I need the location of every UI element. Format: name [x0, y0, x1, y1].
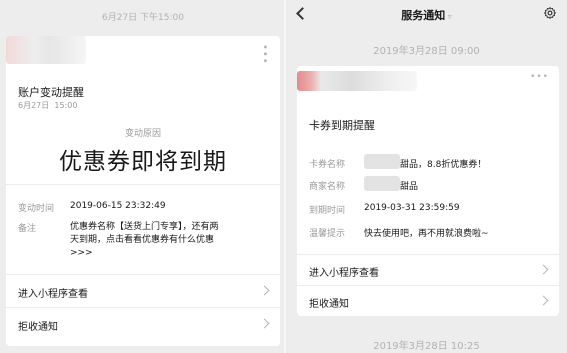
more-dots-icon[interactable]: •••	[259, 44, 270, 65]
sender-avatar-blurred	[297, 71, 417, 91]
note-label: 备注	[18, 224, 37, 234]
page-title: 服务通知 ▿	[401, 9, 452, 22]
chevron-right-icon	[538, 264, 549, 275]
card-title: 卡券到期提醒	[309, 119, 375, 132]
redacted-value	[364, 176, 400, 191]
reason-headline: 优惠券即将到期	[59, 149, 227, 175]
card-title: 账户变动提醒	[18, 86, 84, 99]
message-timestamp: 6月27日 下午15:00	[102, 13, 184, 23]
detail-label-coupon-name: 卡券名称	[309, 160, 346, 170]
detail-label-expiry: 到期时间	[309, 206, 346, 216]
enter-mini-program-row[interactable]: 进入小程序查看	[297, 255, 559, 285]
reject-notification-row[interactable]: 拒收通知	[297, 286, 559, 316]
top-navigation-bar: 服务通知 ▿	[286, 0, 567, 30]
redacted-value	[364, 154, 400, 169]
note-value: 优惠券名称【送货上门专享】，还有两 天到期，点击看看优惠券有什么优惠 >>>	[70, 221, 219, 260]
change-time-value: 2019-06-15 23:32:49	[70, 201, 166, 211]
enter-mini-program-label: 进入小程序查看	[309, 268, 379, 279]
notification-card-account-change[interactable]: ••• 账户变动提醒 6月27日 15:00 变动原因 优惠券即将到期 变动时间…	[6, 36, 280, 346]
note-line-2: 天到期，点击看看优惠券有什么优惠	[70, 235, 215, 245]
note-line-3: >>>	[70, 248, 93, 258]
reject-notification-label: 拒收通知	[309, 299, 349, 310]
right-service-notifications-panel: 服务通知 ▿ 2019年3月28日 09:00 ••• 卡券到期提醒 卡券名称 …	[286, 0, 567, 353]
enter-mini-program-label: 进入小程序查看	[18, 289, 88, 300]
reject-notification-label: 拒收通知	[18, 322, 58, 333]
detail-value-expiry: 2019-03-31 23:59:59	[364, 203, 460, 213]
left-chat-panel: 6月27日 下午15:00 ••• 账户变动提醒 6月27日 15:00 变动原…	[0, 0, 286, 353]
detail-value-tip: 快去使用吧，再不用就浪费啦~	[364, 229, 489, 239]
enter-mini-program-row[interactable]: 进入小程序查看	[6, 275, 280, 307]
change-time-label: 变动时间	[18, 204, 55, 214]
reason-label: 变动原因	[124, 129, 161, 139]
chevron-right-icon	[538, 295, 549, 306]
chevron-right-icon	[259, 285, 270, 296]
chevron-right-icon	[259, 318, 270, 329]
sender-avatar-blurred	[6, 36, 86, 64]
reject-notification-row[interactable]: 拒收通知	[6, 308, 280, 340]
card-date: 6月27日 15:00	[18, 100, 77, 111]
divider	[6, 184, 280, 185]
gear-icon[interactable]	[543, 6, 557, 20]
detail-value-coupon-name: 甜品，8.8折优惠券！	[400, 160, 487, 170]
message-timestamp: 2019年3月28日 09:00	[373, 46, 480, 57]
message-timestamp: 2019年3月28日 10:25	[373, 341, 480, 352]
card-date-day: 6月27日	[18, 101, 50, 110]
notification-card-coupon-expiry[interactable]: ••• 卡券到期提醒 卡券名称 甜品，8.8折优惠券！ 商家名称 甜品 到期时间…	[297, 66, 559, 316]
detail-label-merchant: 商家名称	[309, 182, 346, 192]
detail-value-merchant: 甜品	[400, 182, 419, 192]
detail-label-tip: 温馨提示	[309, 229, 346, 239]
card-date-time: 15:00	[54, 101, 78, 110]
page-title-text: 服务通知	[401, 9, 446, 22]
more-dots-icon[interactable]: •••	[530, 72, 549, 82]
note-line-1: 优惠券名称【送货上门专享】，还有两	[70, 222, 219, 232]
